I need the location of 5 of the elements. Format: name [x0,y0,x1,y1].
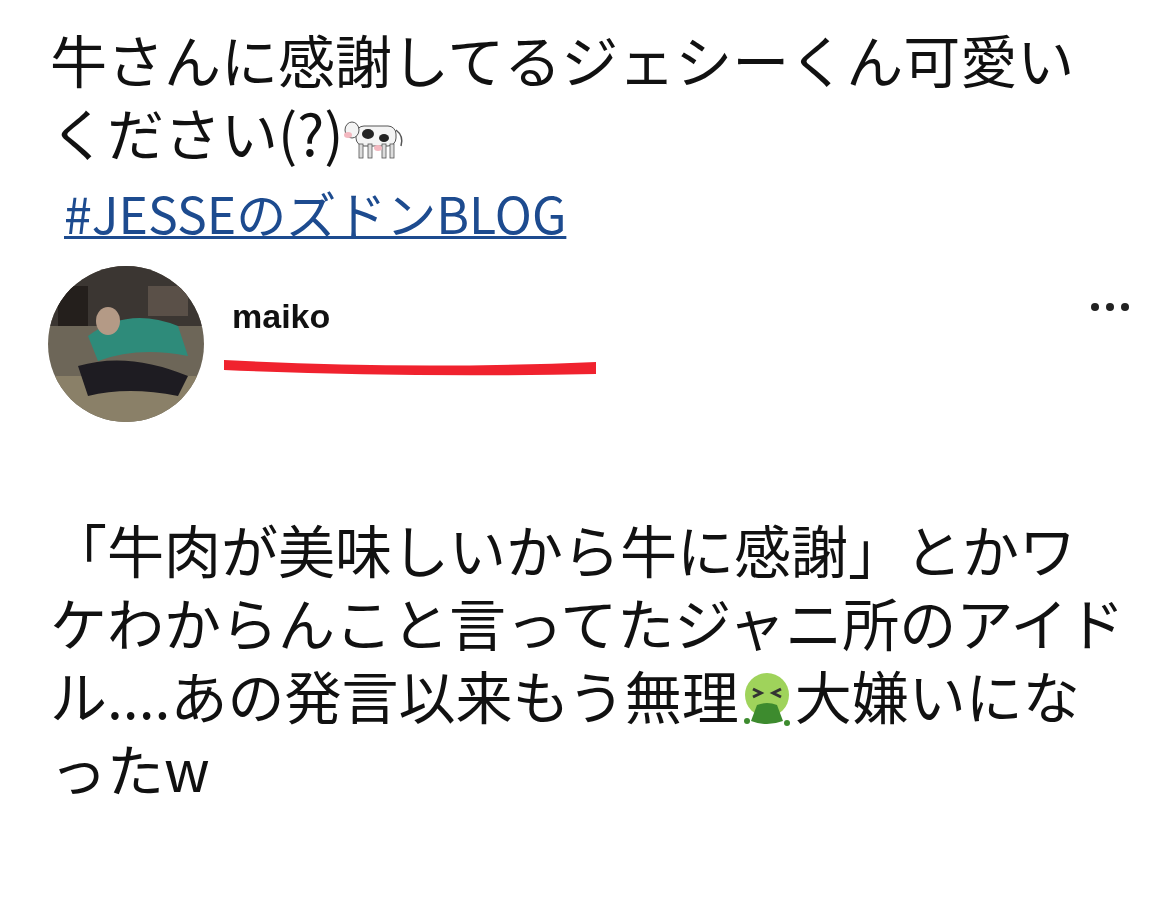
post-text: 牛さんに感謝してるジェシーくん可愛いください(?) [50,22,1076,168]
author-name: maiko [232,296,332,336]
post-text: 「牛肉が美味しいから牛に感謝」とかワケわからんこと言ってたジャニ所のアイドル....あの発言以来もう無理 大嫌いになったw [50,512,1126,804]
hashtag-link[interactable]: #JESSEのズドンBLOG [64,180,567,244]
more-icon[interactable] [1090,302,1130,312]
